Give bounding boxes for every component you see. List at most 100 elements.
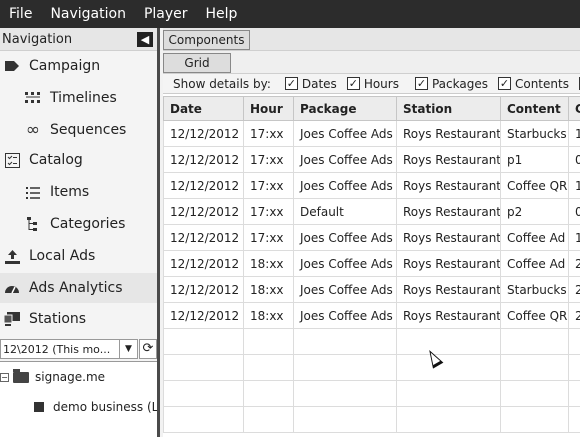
table-cell: p1 [500,146,569,173]
table-cell [243,406,294,433]
table-cell [163,406,244,433]
table-cell [163,354,244,381]
filter-hours-checkbox[interactable]: ✓ Hours [346,77,399,91]
view-tabs: Components [163,28,580,51]
menu-player[interactable]: Player [135,0,197,28]
table-cell: 1 [568,224,580,251]
date-range-select[interactable]: 12\2012 (This mo... ▼ [0,339,138,359]
table-cell: Joes Coffee Ads [293,146,397,173]
tag-icon [3,57,21,75]
table-row[interactable]: 12/12/2012 17:xx Joes Coffee Ads Roys Resta… [163,120,580,147]
table-cell [243,380,294,407]
tab-grid[interactable]: Grid [163,53,231,73]
checkbox-label: Contents [514,76,569,91]
checkbox-checked-icon: ✓ [497,77,511,90]
column-header-content[interactable]: Content [500,96,569,121]
menu-file[interactable]: File [0,0,41,28]
infinity-icon: ∞ [25,120,41,140]
table-cell: Joes Coffee Ads [293,250,397,277]
table-row[interactable]: 12/12/201217:xxDefaultRoys Restaurantp20 [163,198,580,225]
monitor-icon [3,310,21,328]
sidebar-item-local-ads[interactable]: Local Ads [0,241,157,271]
sidebar-item-label: Ads Analytics [29,280,123,296]
column-header-package[interactable]: Package [293,96,397,121]
table-cell [293,354,397,381]
table-cell: Roys Restaurant [396,250,501,277]
gauge-icon [3,279,21,297]
sidebar-item-timelines[interactable]: Timelines [0,83,157,113]
checkbox-label: Packages [431,76,488,91]
filter-contents-checkbox[interactable]: ✓ Contents [497,76,569,91]
table-cell: Joes Coffee Ads [293,224,397,251]
sidebar-item-items[interactable]: Items [0,177,157,207]
sidebar-item-ads-analytics[interactable]: Ads Analytics [0,273,157,303]
tree-node-label: demo business (Loc [53,400,159,414]
sidebar-item-sequences[interactable]: ∞ Sequences [0,115,157,145]
sidebar-item-stations[interactable]: Stations [0,304,157,334]
table-row[interactable]: 12/12/2012 17:xx Joes Coffee Ads Roys Resta… [163,224,580,251]
table-cell: 12/12/2012 [163,224,244,251]
table-cell: Joes Coffee Ads [293,120,397,147]
tree-node-business[interactable]: demo business (Loc [34,396,159,418]
chevron-down-icon[interactable]: ▼ [119,340,137,358]
collapse-icon[interactable]: − [0,372,9,382]
table-cell [293,406,397,433]
sub-tabs: Grid [163,51,580,74]
table-cell: 18:xx [243,250,294,277]
table-row-empty [163,380,580,407]
column-header-station[interactable]: Station [396,96,501,121]
list-icon [24,183,42,201]
table-cell: Coffee QR [500,302,569,329]
table-cell: p2 [500,198,569,225]
table-cell: Roys Restaurant [396,276,501,303]
table-cell: Roys Restaurant [396,198,501,225]
table-cell: 12/12/2012 [163,302,244,329]
table-row[interactable]: 12/12/2012 18:xx Joes Coffee Ads Roys Resta… [163,302,580,329]
table-cell: Roys Restaurant [396,146,501,173]
menu-navigation[interactable]: Navigation [41,0,135,28]
table-cell: 12/12/2012 [163,146,244,173]
table-row[interactable]: 12/12/2012 18:xx Joes Coffee Ads Roys Resta… [163,276,580,303]
column-header-hour[interactable]: Hour [243,96,294,121]
grid-body: 12/12/2012 17:xx Joes Coffee Ads Roys Resta… [163,120,580,433]
table-cell: Roys Restaurant [396,224,501,251]
table-cell [568,354,580,381]
timeline-icon [24,89,42,107]
table-cell: 17:xx [243,146,294,173]
sidebar-item-catalog[interactable]: Catalog [0,145,157,175]
tab-components[interactable]: Components [163,30,250,50]
table-cell [568,380,580,407]
checkbox-checked-icon: ✓ [346,77,360,90]
table-cell: 2 [568,302,580,329]
table-cell [568,406,580,433]
filter-dates-checkbox[interactable]: ✓ Dates [284,77,337,91]
sidebar-item-label: Catalog [29,152,83,168]
table-cell: Coffee Ad [500,224,569,251]
table-row[interactable]: 12/12/2012 17:xx Joes Coffee Ads Roys Resta… [163,146,580,173]
table-row[interactable]: 12/12/2012 17:xx Joes Coffee Ads Roys Resta… [163,172,580,199]
table-cell [568,328,580,355]
table-cell [500,406,569,433]
main-panel: Components Grid Show details by: ✓ Dates … [163,28,580,437]
date-range-value: 12\2012 (This mo... [3,342,111,356]
refresh-icon[interactable]: ⟳ [139,339,157,359]
table-cell: Starbucks [500,120,569,147]
sidebar-item-label: Stations [29,311,87,327]
column-header-date[interactable]: Date [163,96,244,121]
analytics-grid: Date Hour Package Station Content C 12/1… [163,96,580,433]
sidebar-item-label: Campaign [29,58,101,74]
table-row[interactable]: 12/12/2012 18:xx Joes Coffee Ads Roys Resta… [163,250,580,277]
filter-packages-checkbox[interactable]: ✓ Packages [414,76,488,91]
sidebar-item-categories[interactable]: Categories [0,209,157,239]
folder-icon [13,368,29,383]
table-cell: 2 [568,250,580,277]
tree-node-root[interactable]: − signage.me [0,366,105,388]
table-cell: 12/12/2012 [163,276,244,303]
table-cell: 0 [568,146,580,173]
table-cell [396,380,501,407]
table-cell: Coffee QR [500,172,569,199]
menu-help[interactable]: Help [197,0,247,28]
column-header-count[interactable]: C [568,96,580,121]
arrow-left-icon[interactable]: ◀ [137,31,153,47]
sidebar-item-campaign[interactable]: Campaign [0,51,157,81]
